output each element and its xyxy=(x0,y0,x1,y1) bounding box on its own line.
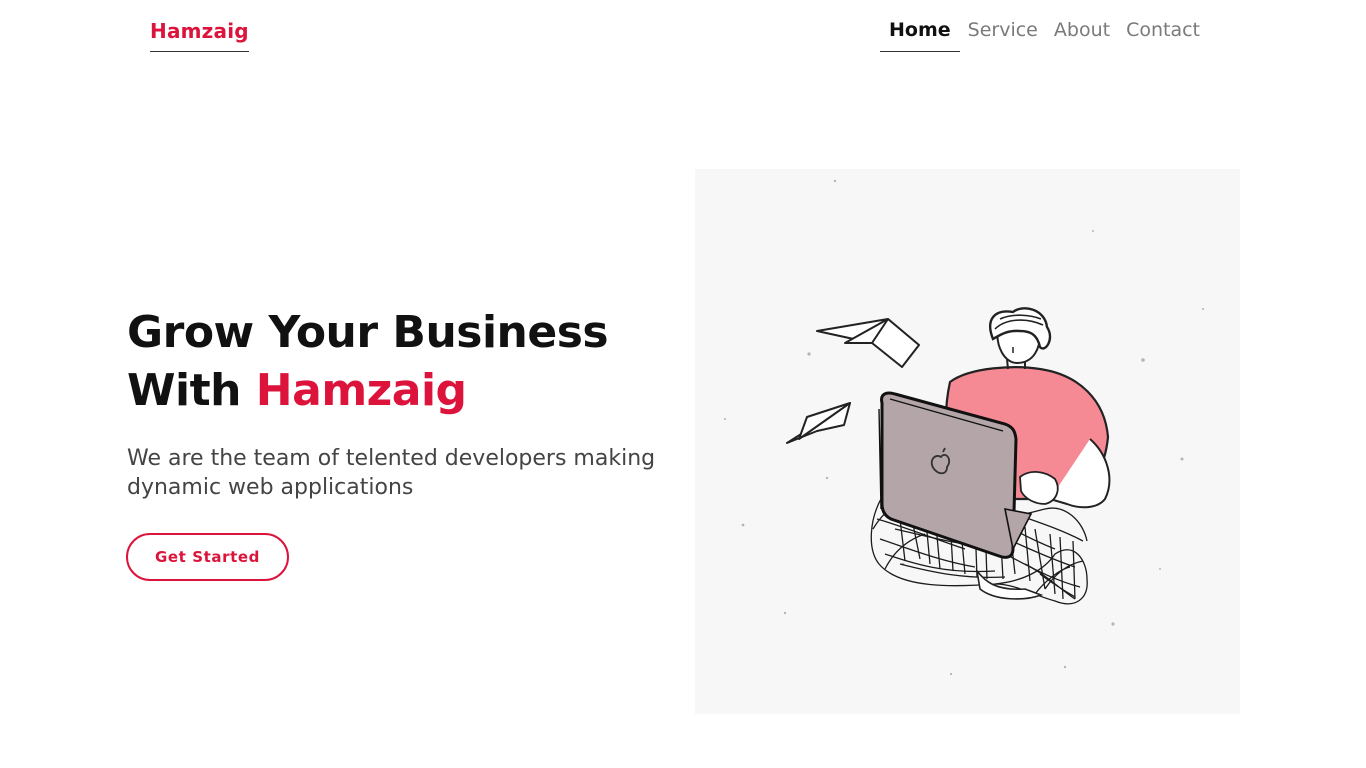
hero-title-brand-accent: Hamzaig xyxy=(255,365,467,416)
hero-title-line1: Grow Your Business xyxy=(127,307,609,358)
nav-item-contact[interactable]: Contact xyxy=(1118,19,1208,51)
nav-item-home[interactable]: Home xyxy=(880,19,960,52)
hero-subtitle: We are the team of telented developers m… xyxy=(127,446,656,500)
nav-item-service[interactable]: Service xyxy=(960,19,1046,51)
get-started-button[interactable]: Get Started xyxy=(126,533,289,581)
page: Hamzaig Home Service About Contact Grow … xyxy=(0,0,1366,768)
hero-title: Grow Your Business With Hamzaig xyxy=(127,304,609,420)
hero-title-line2-prefix: With xyxy=(127,365,256,416)
person-with-laptop-illustration xyxy=(724,179,1204,676)
nav-item-about[interactable]: About xyxy=(1046,19,1118,51)
brand-logo-link[interactable]: Hamzaig xyxy=(150,19,249,52)
hero-illustration xyxy=(695,169,1240,714)
main-nav: Home Service About Contact xyxy=(880,19,1208,52)
